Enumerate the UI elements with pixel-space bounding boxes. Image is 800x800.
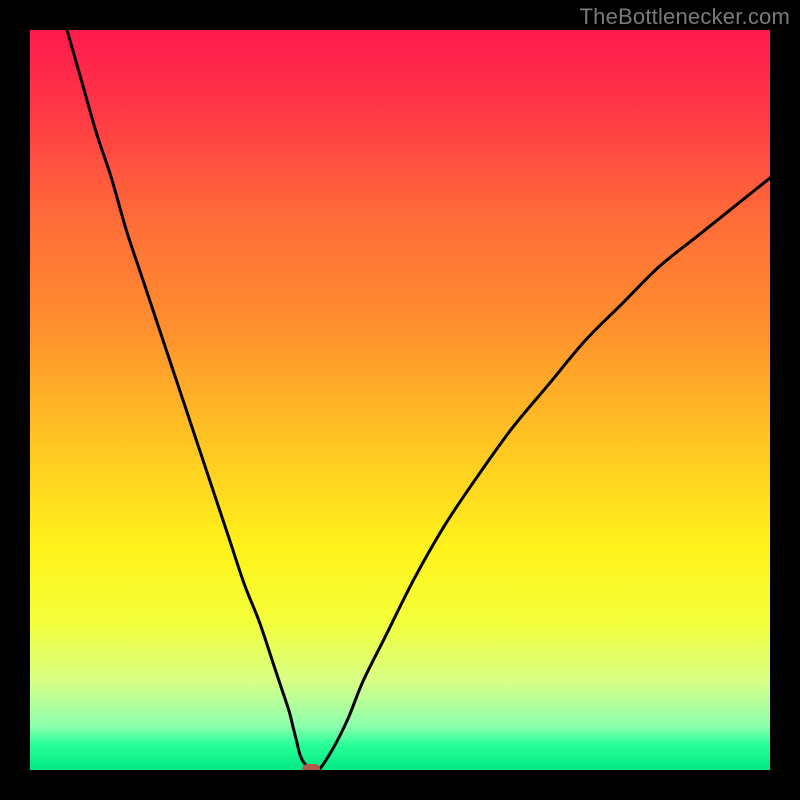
chart-outer-frame: TheBottlenecker.com — [0, 0, 800, 800]
chart-svg — [30, 30, 770, 770]
plot-area — [30, 30, 770, 770]
watermark-text: TheBottlenecker.com — [580, 4, 790, 30]
gradient-background — [30, 30, 770, 770]
optimal-point-marker — [302, 764, 320, 770]
